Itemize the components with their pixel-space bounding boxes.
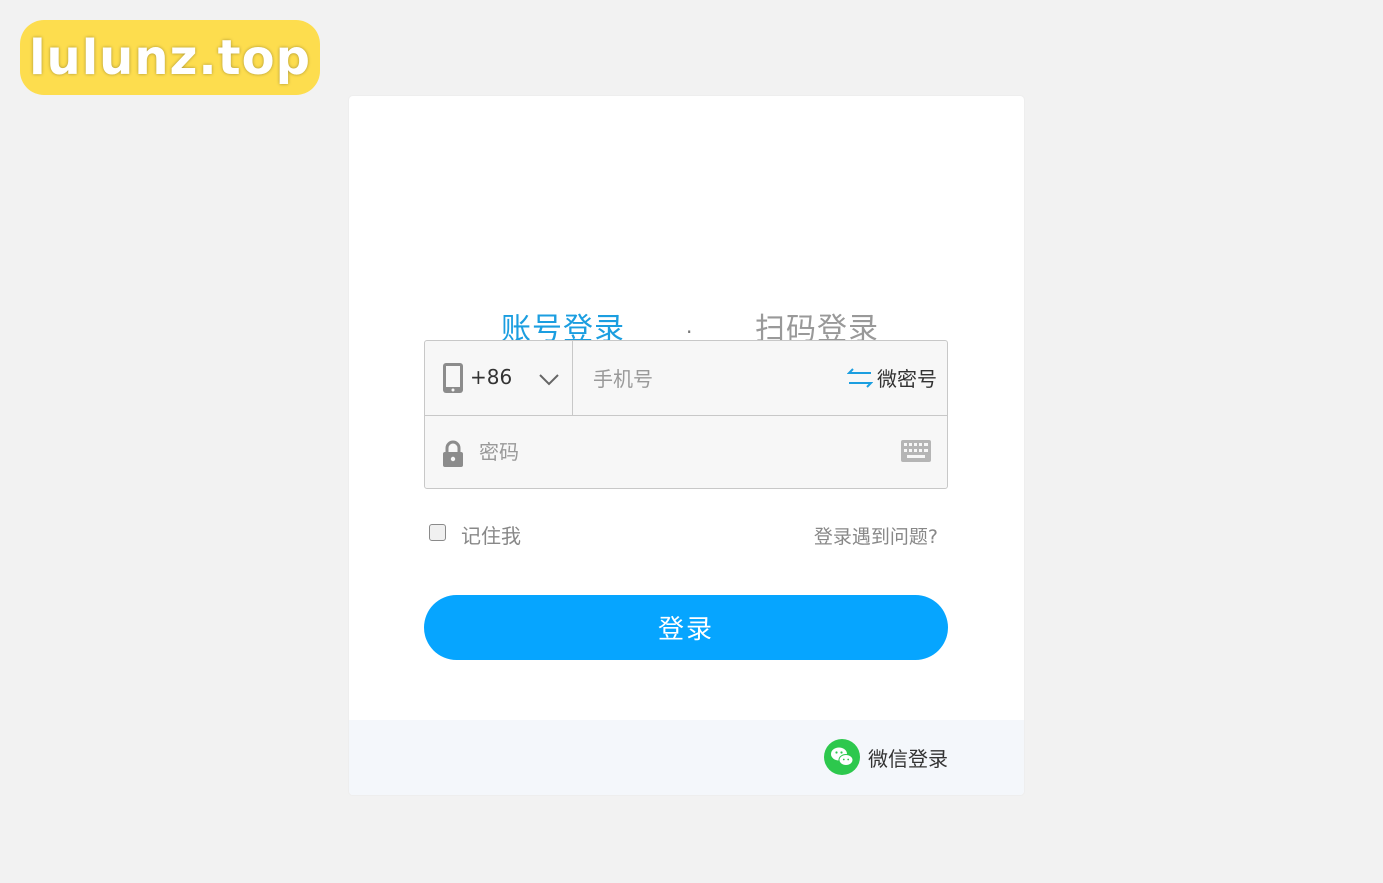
phone-row: +86 微密号 <box>425 341 947 416</box>
wechat-login-button[interactable]: 微信登录 <box>824 739 948 775</box>
phone-input[interactable] <box>591 363 835 395</box>
switch-arrows-icon <box>847 367 873 388</box>
watermark-text: lulunz.top <box>29 29 311 86</box>
wechat-login-label: 微信登录 <box>868 746 948 771</box>
login-problem-link[interactable]: 登录遇到问题? <box>814 522 938 549</box>
country-code-select[interactable]: +86 <box>425 341 573 415</box>
mobile-phone-icon <box>442 362 464 398</box>
switch-label: 微密号 <box>877 367 937 391</box>
footer: 微信登录 <box>349 720 1024 795</box>
remember-me-label: 记住我 <box>461 524 521 548</box>
login-button[interactable]: 登录 <box>424 595 948 660</box>
country-code-value: +86 <box>470 365 513 389</box>
password-input[interactable] <box>477 436 861 468</box>
switch-to-weimi-id-button[interactable]: 微密号 <box>847 363 937 392</box>
keyboard-icon[interactable] <box>901 440 931 466</box>
login-card: 账号登录 · 扫码登录 +86 手机号 微密号 记住我 登录遇到问题? 登录 微… <box>349 96 1024 795</box>
lock-icon <box>442 440 464 472</box>
password-row <box>425 416 947 488</box>
chevron-down-icon <box>539 371 559 390</box>
checkbox-box[interactable] <box>429 524 446 541</box>
watermark-logo: lulunz.top <box>20 20 320 95</box>
wechat-icon <box>824 739 860 775</box>
login-form: +86 微密号 <box>424 340 948 489</box>
remember-me-checkbox[interactable]: 记住我 <box>429 520 521 549</box>
